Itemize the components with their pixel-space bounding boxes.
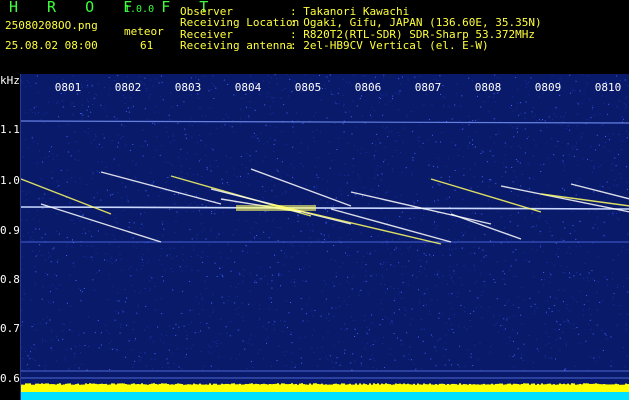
- time-tick-0810: 0810: [594, 81, 622, 94]
- datetime-label: 25.08.02 08:00: [5, 39, 98, 52]
- time-tick-0805: 0805: [294, 81, 322, 94]
- y-tick-0-7: 0.7: [0, 322, 20, 335]
- y-tick-1-0: 1.0: [0, 174, 20, 187]
- time-tick-0807: 0807: [414, 81, 442, 94]
- spectrogram-canvas: [21, 74, 629, 400]
- signal-baseline-cyan: [21, 392, 629, 400]
- y-tick-0-6: 0.6: [0, 372, 20, 385]
- antenna-value: : 2el-HB9CV Vertical (el. E-W): [290, 39, 489, 52]
- version-label: 1.0.0: [124, 4, 155, 15]
- time-tick-0803: 0803: [174, 81, 202, 94]
- antenna-label: Receiving antenna: [180, 39, 293, 52]
- y-axis-unit: kHz: [0, 74, 20, 87]
- time-tick-0808: 0808: [474, 81, 502, 94]
- meteor-hotspot: [236, 205, 316, 211]
- filename-label: 25080208OO.png: [5, 19, 98, 32]
- hrofft-window: H R O F F T 1.0.0 25080208OO.png meteor …: [0, 0, 629, 400]
- time-tick-0804: 0804: [234, 81, 262, 94]
- time-tick-0802: 0802: [114, 81, 142, 94]
- spectrogram-plot: [20, 74, 629, 400]
- meteor-count: 61: [140, 39, 154, 52]
- y-tick-0-8: 0.8: [0, 273, 20, 286]
- signal-baseline: [21, 383, 629, 392]
- meteor-label: meteor: [124, 25, 164, 38]
- time-tick-0801: 0801: [54, 81, 82, 94]
- time-tick-0809: 0809: [534, 81, 562, 94]
- time-tick-0806: 0806: [354, 81, 382, 94]
- y-tick-0-9: 0.9: [0, 224, 20, 237]
- y-tick-1-1: 1.1: [0, 123, 20, 136]
